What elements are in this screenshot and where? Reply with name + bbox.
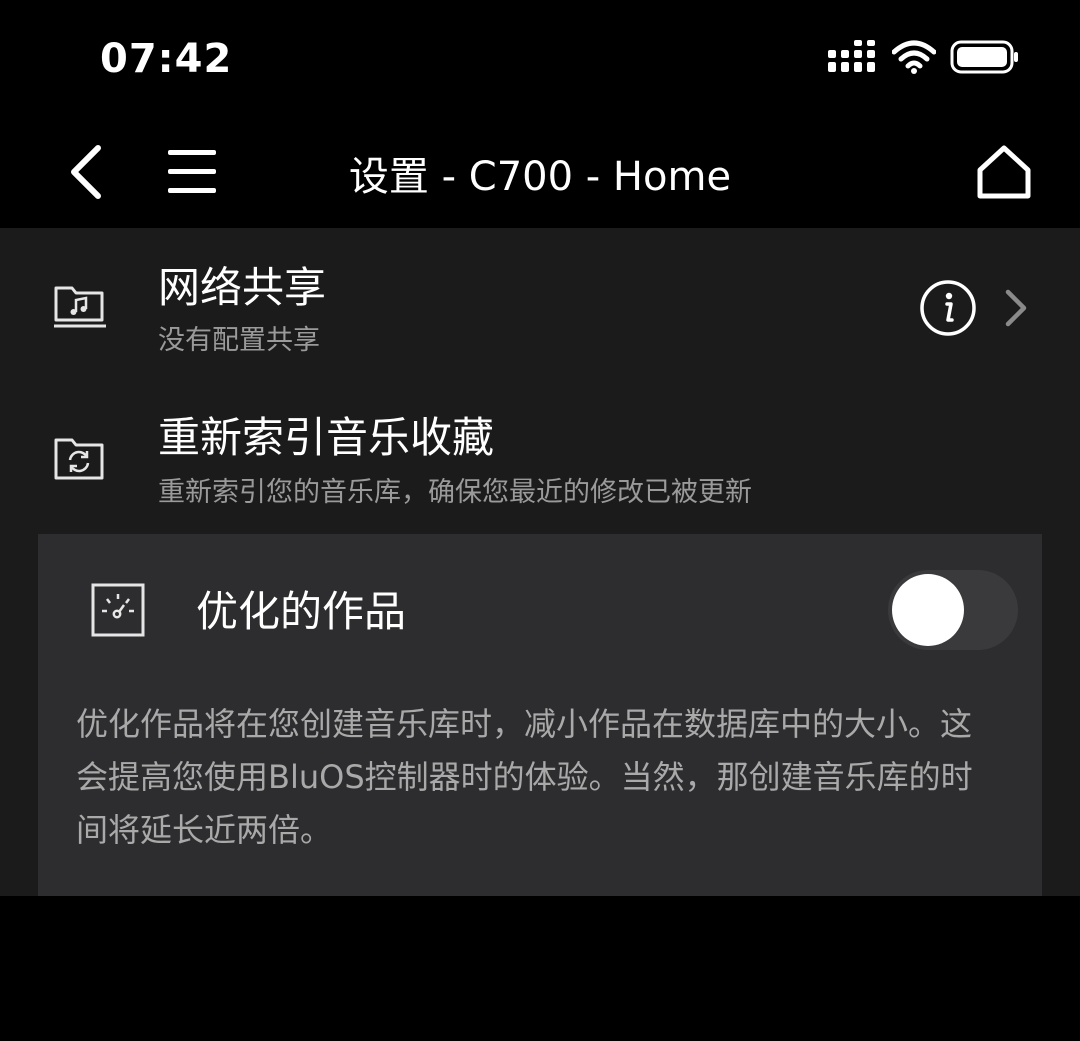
optimized-artwork-toggle[interactable] bbox=[888, 570, 1018, 650]
optimized-artwork-panel: 优化的作品 优化作品将在您创建音乐库时，减小作品在数据库中的大小。这会提高您使用… bbox=[38, 534, 1042, 896]
page-title: 设置 - C700 - Home bbox=[348, 154, 732, 200]
app-header: 设置 - C700 - Home bbox=[0, 120, 1080, 228]
status-icons bbox=[828, 40, 1020, 74]
info-button[interactable] bbox=[918, 278, 978, 338]
optimized-artwork-description: 优化作品将在您创建音乐库时，减小作品在数据库中的大小。这会提高您使用BluOS控… bbox=[76, 705, 973, 849]
network-share-title: 网络共享 bbox=[158, 263, 327, 312]
reindex-subtitle: 重新索引您的音乐库，确保您最近的修改已被更新 bbox=[158, 477, 752, 508]
chevron-right-icon bbox=[1005, 289, 1027, 327]
battery-icon bbox=[950, 40, 1018, 74]
network-share-chevron[interactable] bbox=[1000, 286, 1032, 330]
network-share-subtitle: 没有配置共享 bbox=[158, 325, 320, 356]
status-bar: 07:42 bbox=[0, 0, 1080, 120]
music-folder-icon bbox=[54, 286, 106, 328]
back-arrow-icon bbox=[71, 145, 101, 199]
reindex-title: 重新索引音乐收藏 bbox=[158, 413, 495, 462]
back-button[interactable] bbox=[60, 142, 112, 202]
info-icon bbox=[920, 280, 976, 336]
toggle-knob bbox=[892, 574, 964, 646]
gauge-icon bbox=[91, 583, 145, 637]
menu-button[interactable] bbox=[160, 144, 222, 200]
home-button[interactable] bbox=[974, 142, 1034, 202]
wifi-icon bbox=[892, 40, 936, 74]
reindex-row[interactable]: 重新索引音乐收藏 重新索引您的音乐库，确保您最近的修改已被更新 bbox=[0, 380, 1080, 532]
folder-refresh-icon bbox=[54, 438, 104, 480]
settings-content: 网络共享 没有配置共享 重新索引音乐收藏 重新索引您的音乐库，确保您最近的修改已… bbox=[0, 228, 1080, 896]
home-icon bbox=[977, 145, 1031, 199]
signal-icon bbox=[828, 40, 875, 72]
hamburger-menu-icon bbox=[168, 150, 216, 193]
optimized-artwork-title: 优化的作品 bbox=[196, 587, 407, 636]
network-share-row[interactable]: 网络共享 没有配置共享 bbox=[0, 228, 1080, 380]
status-time: 07:42 bbox=[100, 36, 233, 82]
